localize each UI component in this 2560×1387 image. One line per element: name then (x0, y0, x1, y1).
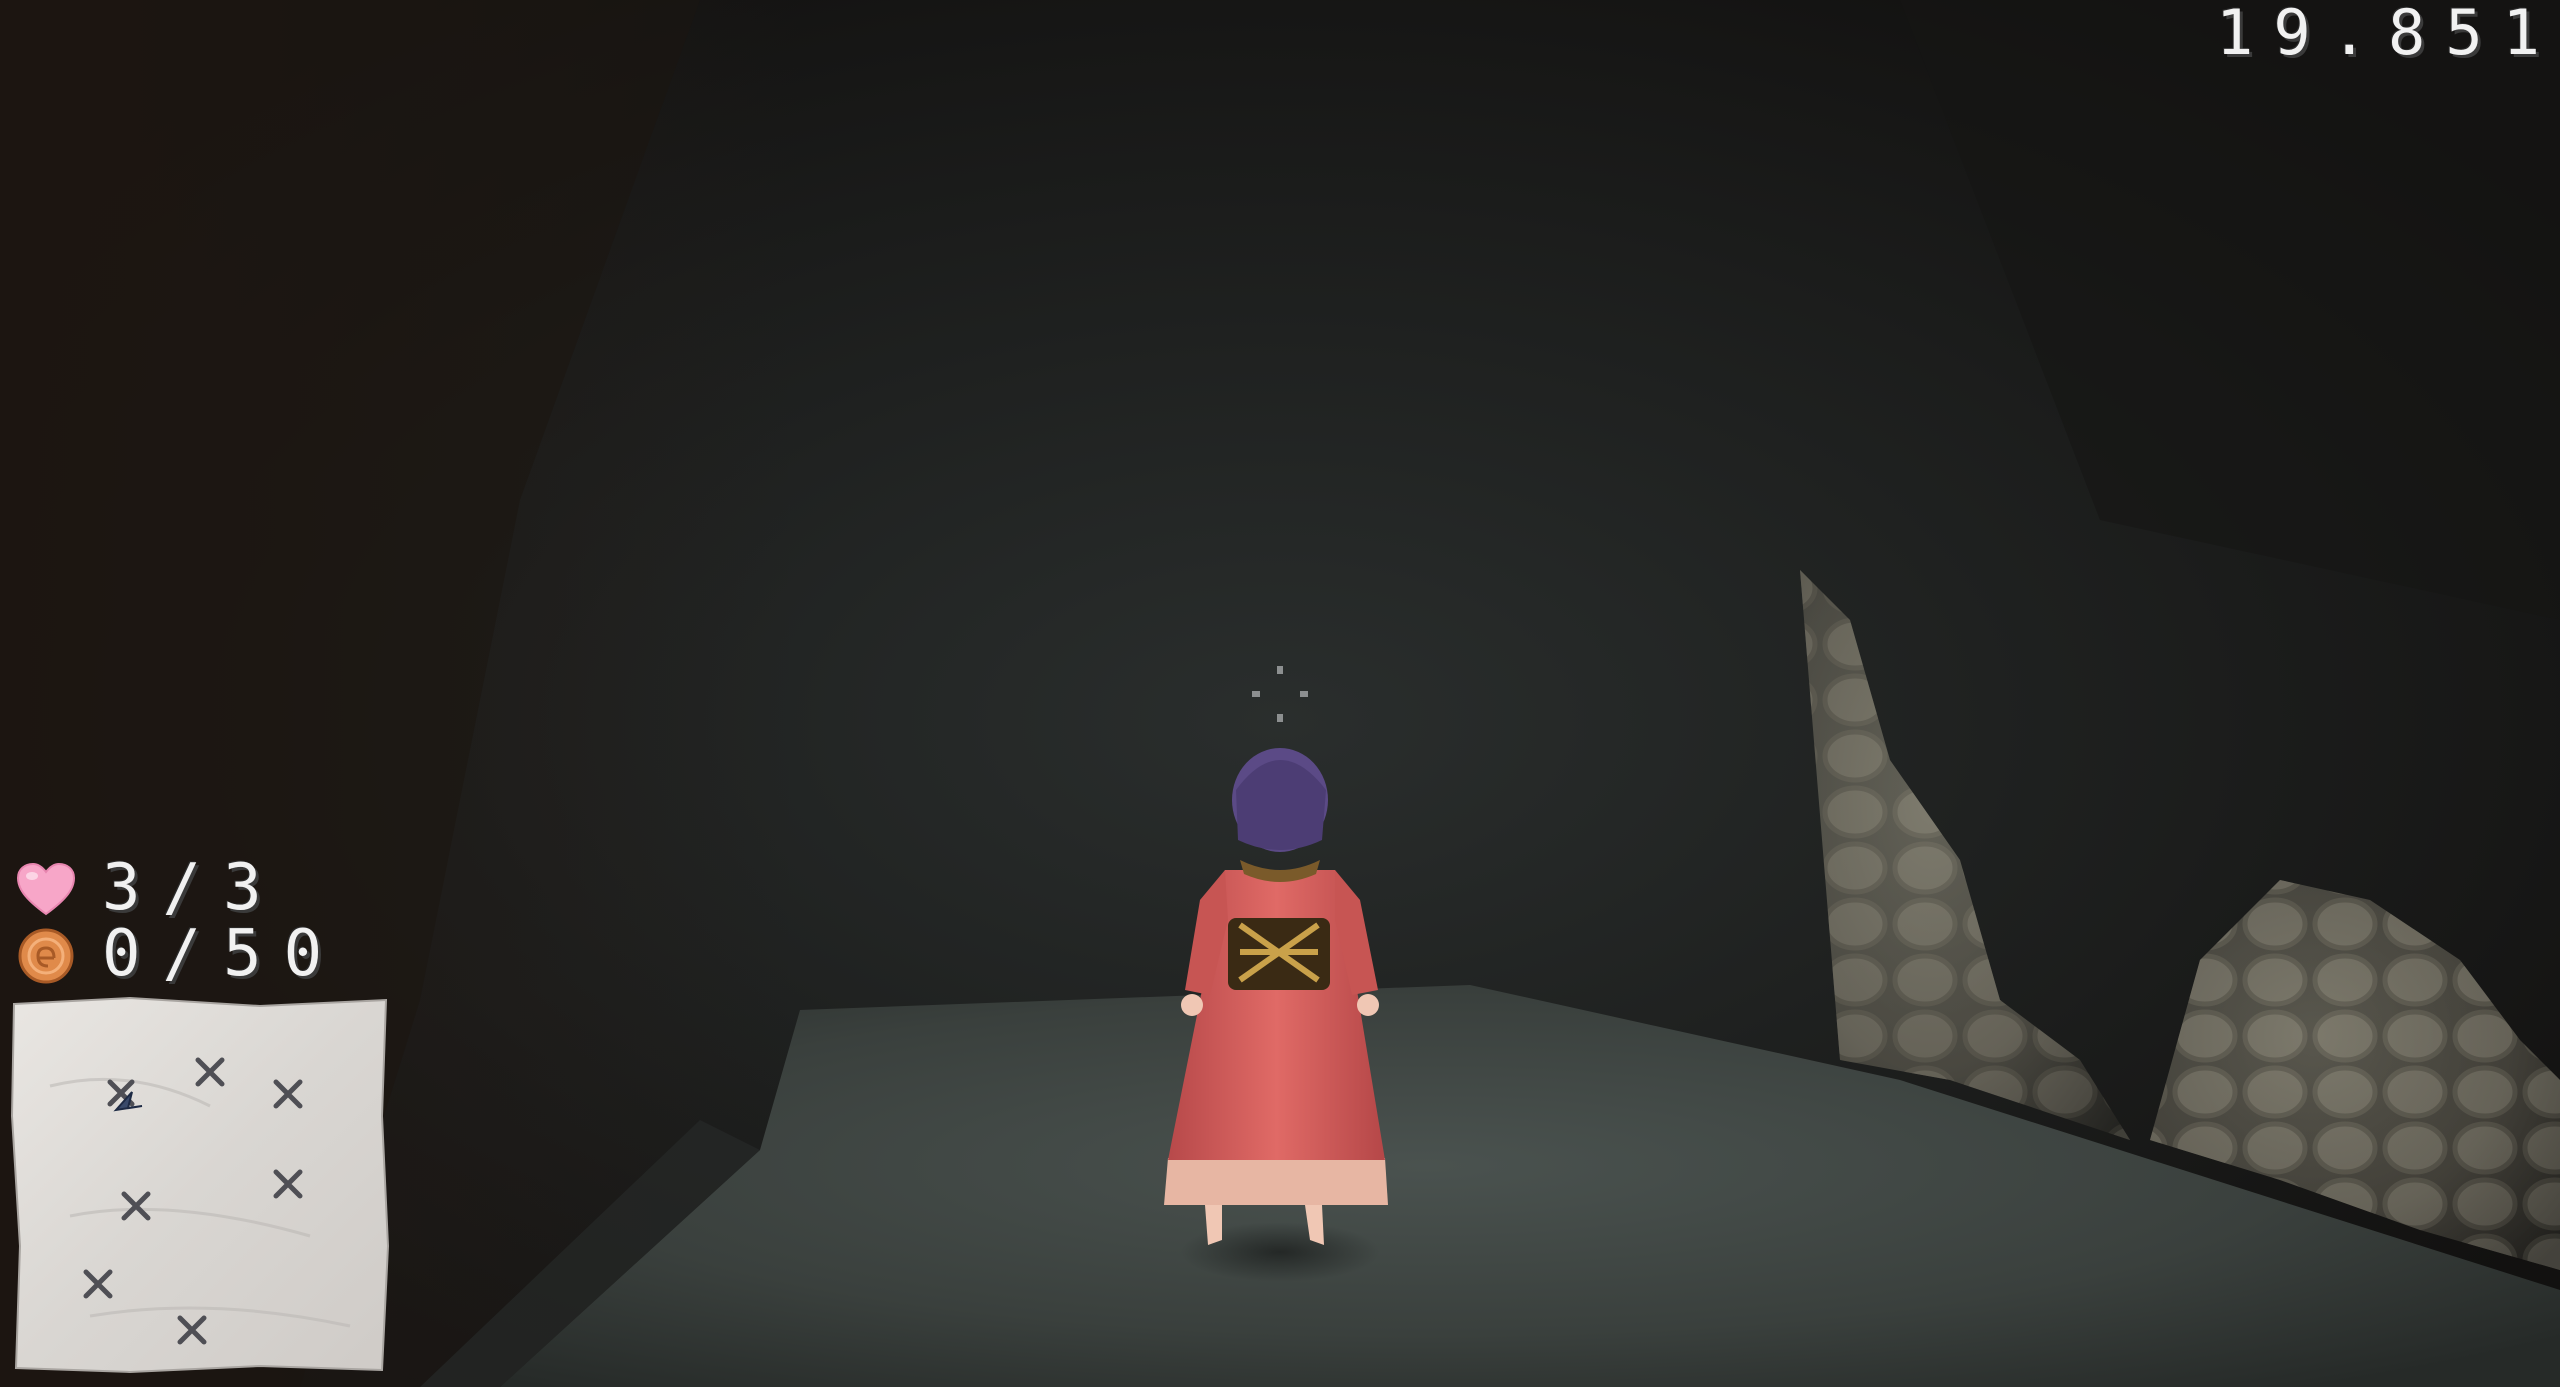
health-value: 3/3 (102, 851, 284, 925)
minimap[interactable] (10, 996, 390, 1374)
coin-counter: 0/50 (16, 922, 376, 988)
heart-icon (16, 862, 76, 916)
coin-icon (18, 928, 74, 984)
elapsed-timer: 19.851 (2216, 0, 2560, 69)
crosshair-icon (1252, 666, 1308, 722)
map-scroll (10, 996, 390, 1374)
health-counter: 3/3 (16, 856, 376, 922)
game-viewport[interactable]: 19.851 3/3 0/50 (0, 0, 2560, 1387)
coin-value: 0/50 (102, 917, 345, 991)
